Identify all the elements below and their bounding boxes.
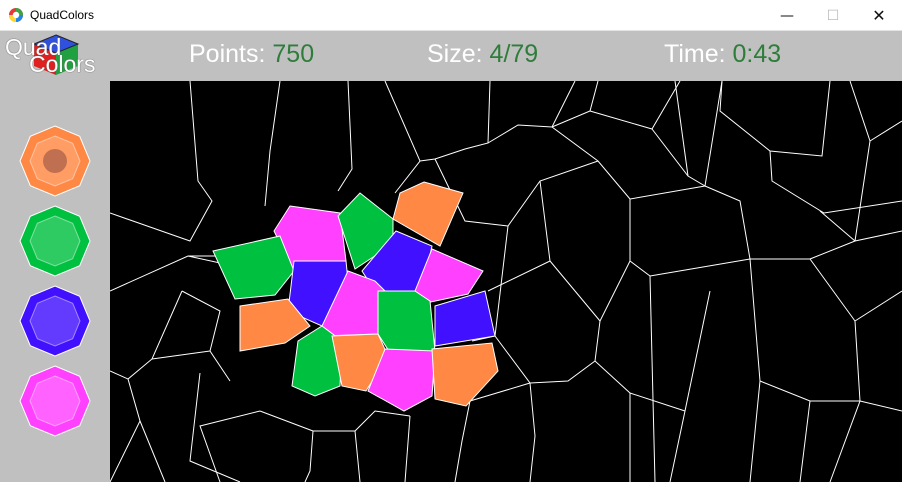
cell-orange	[431, 342, 499, 407]
title-bar: QuadColors — ☐ ✕	[0, 0, 902, 31]
time-value: 0:43	[732, 40, 782, 68]
cell-green	[212, 235, 295, 300]
time-display: Time: 0:43	[664, 40, 781, 69]
close-icon: ✕	[872, 6, 886, 25]
selected-marker	[43, 149, 67, 173]
voronoi-board[interactable]	[109, 80, 902, 483]
size-value: 4/79	[489, 40, 539, 68]
color-palette	[0, 81, 110, 482]
maximize-icon: ☐	[826, 7, 840, 24]
points-label: Points:	[189, 40, 266, 68]
window-title: QuadColors	[30, 8, 95, 22]
close-button[interactable]: ✕	[856, 0, 902, 31]
points-value: 750	[272, 40, 315, 68]
green-gem-icon	[19, 205, 91, 277]
cell-green	[377, 290, 436, 357]
filled-cells	[212, 181, 499, 412]
color-button-orange[interactable]	[17, 123, 93, 199]
game-board[interactable]	[109, 80, 902, 483]
size-display: Size: 4/79	[427, 40, 538, 69]
logo-text-colors: Colors	[29, 51, 96, 77]
app-icon	[9, 8, 23, 22]
magenta-gem-icon	[19, 365, 91, 437]
color-button-blue[interactable]	[17, 283, 93, 359]
points-display: Points: 750	[189, 40, 314, 69]
color-button-magenta[interactable]	[17, 363, 93, 439]
size-label: Size:	[427, 40, 483, 68]
blue-gem-icon	[19, 285, 91, 357]
minimize-icon: —	[780, 7, 794, 24]
minimize-button[interactable]: —	[764, 0, 810, 31]
maximize-button[interactable]: ☐	[810, 0, 856, 31]
time-label: Time:	[664, 40, 726, 68]
orange-gem-icon	[19, 125, 91, 197]
color-button-green[interactable]	[17, 203, 93, 279]
